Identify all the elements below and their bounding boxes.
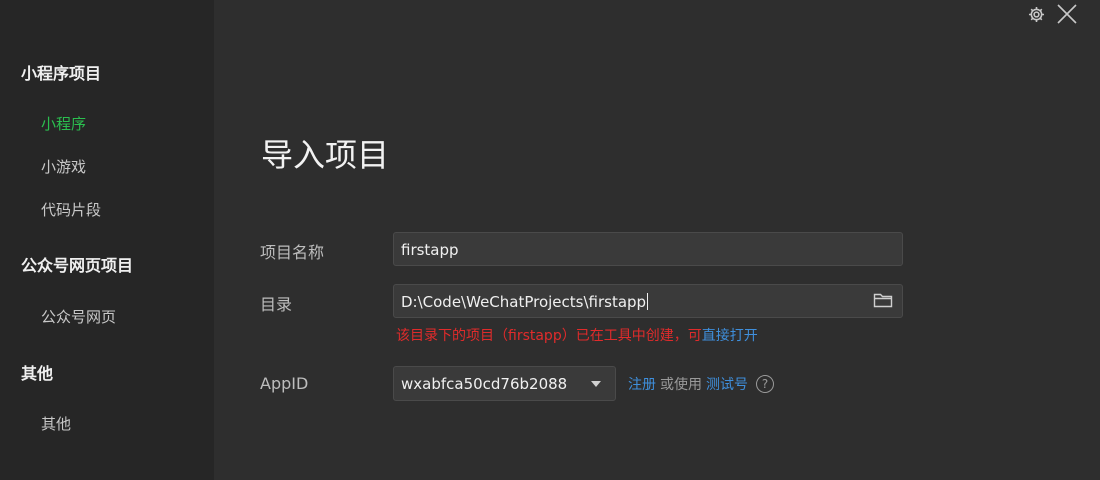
gear-icon[interactable] [1027,5,1046,24]
sidebar-item-miniprogram[interactable]: 小程序 [41,113,86,134]
appid-value: wxabfca50cd76b2088 [401,375,568,393]
sidebar-section-other: 其他 [21,364,54,383]
sidebar-item-official-webpage[interactable]: 公众号网页 [41,306,116,327]
page-title: 导入项目 [261,136,390,174]
directory-input[interactable]: D:\Code\WeChatProjects\firstapp [393,284,903,318]
close-icon[interactable] [1056,3,1078,25]
sidebar-section-official-account: 公众号网页项目 [21,256,134,275]
sidebar-item-other[interactable]: 其他 [41,413,71,434]
or-use-text: 或使用 [660,377,702,393]
project-name-value: firstapp [401,241,459,259]
sidebar-section-miniprogram: 小程序项目 [21,64,102,83]
text-caret [647,293,649,310]
register-link[interactable]: 注册 [628,374,656,394]
open-directly-link[interactable]: 直接打开 [702,328,758,344]
directory-label: 目录 [260,295,293,314]
project-name-label: 项目名称 [260,243,325,262]
folder-icon[interactable] [873,291,893,313]
sidebar-item-code-snippet[interactable]: 代码片段 [41,199,101,220]
directory-error-text: 该目录下的项目（firstapp）已在工具中创建，可 [396,328,702,344]
appid-label: AppID [260,374,309,393]
project-name-input[interactable]: firstapp [393,232,903,266]
window-controls [1027,3,1078,25]
directory-error-message: 该目录下的项目（firstapp）已在工具中创建，可直接打开 [396,325,758,345]
appid-select[interactable]: wxabfca50cd76b2088 [393,366,616,401]
directory-value: D:\Code\WeChatProjects\firstapp [401,293,649,311]
sidebar-item-minigame[interactable]: 小游戏 [41,156,86,177]
help-icon[interactable]: ? [756,375,774,393]
test-account-link[interactable]: 测试号 [706,374,748,394]
appid-links: 注册 或使用 测试号 ? [628,374,774,394]
sidebar: 小程序项目 小程序 小游戏 代码片段 公众号网页项目 公众号网页 其他 其他 [0,0,214,480]
chevron-down-icon [591,381,601,387]
